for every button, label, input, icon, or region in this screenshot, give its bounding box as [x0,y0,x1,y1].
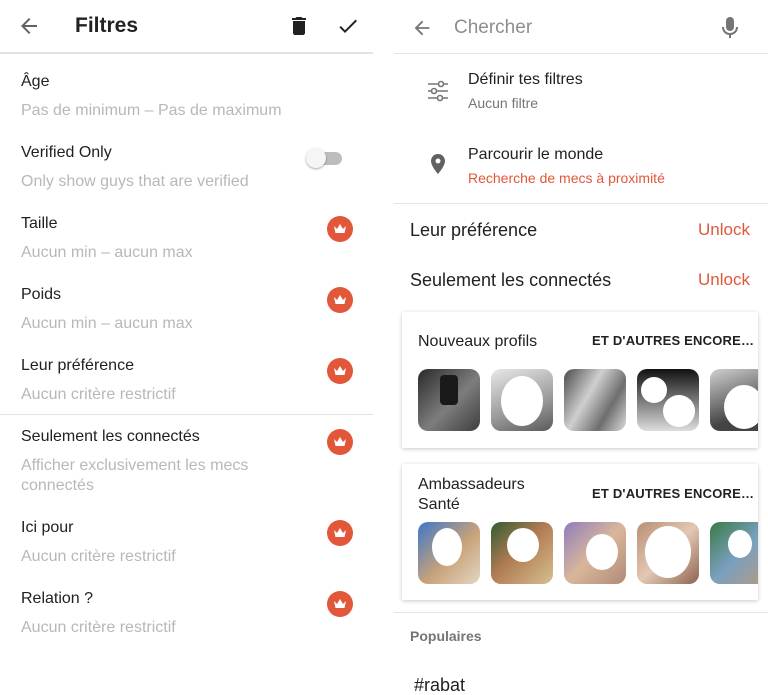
face-blur [586,534,618,570]
filters-screen: Filtres Âge Pas de minimum – Pas de maxi… [0,0,373,695]
profile-thumbnail[interactable] [710,369,758,431]
crown-icon [334,224,346,233]
premium-crown-badge[interactable] [327,287,353,313]
premium-row-label: Seulement les connectés [410,270,612,290]
premium-crown-badge[interactable] [327,358,353,384]
filter-label: Leur préférence [21,357,134,374]
arrow-back-icon[interactable] [17,14,41,38]
section-divider [394,612,768,613]
option-subtitle: Recherche de mecs à proximité [468,170,665,186]
section-divider [0,414,373,415]
crown-icon [334,366,346,375]
filter-value: Aucun critère restrictif [21,619,176,636]
filter-value: Aucun critère restrictif [21,548,176,565]
unlock-button[interactable]: Unlock [698,270,750,290]
profile-thumbnail[interactable] [637,522,699,584]
toggle-knob [306,148,326,168]
filter-label: Taille [21,215,58,232]
unlock-button[interactable]: Unlock [698,220,750,240]
crown-icon [334,599,346,608]
profile-thumbnail[interactable] [491,522,553,584]
option-subtitle: Aucun filtre [468,95,539,111]
page-title: Filtres [75,14,139,37]
verified-only-toggle[interactable] [306,148,342,168]
section-title: Populaires [410,628,482,644]
search-toolbar [394,0,768,54]
face-blur [663,395,695,427]
filter-value: Aucun critère restrictif [21,386,176,403]
profile-thumbnail[interactable] [418,369,480,431]
photo-detail [440,375,458,405]
filter-value: Afficher exclusivement les mecs connecté… [21,457,249,494]
microphone-icon[interactable] [720,16,740,40]
profile-thumbnails [418,369,758,431]
option-title: Parcourir le monde [468,146,604,163]
option-title: Définir tes filtres [468,71,583,88]
search-screen: Définir tes filtres Aucun filtre Parcour… [394,0,768,695]
filter-label: Âge [21,73,50,90]
search-input[interactable] [454,10,704,46]
filter-value: Pas de minimum – Pas de maximum [21,102,282,119]
premium-row-label: Leur préférence [410,220,538,240]
filter-label: Ici pour [21,519,74,536]
face-blur [724,385,758,429]
crown-icon [334,437,346,446]
profile-thumbnail[interactable] [564,522,626,584]
premium-row-online-only: Seulement les connectés Unlock [394,267,768,297]
face-blur [501,376,543,426]
see-more-button[interactable]: ET D'AUTRES ENCORE… [592,486,754,501]
filter-label: Verified Only [21,144,112,161]
card-title: Ambassadeurs Santé [418,476,525,513]
profile-thumbnail[interactable] [564,369,626,431]
premium-crown-badge[interactable] [327,429,353,455]
see-more-button[interactable]: ET D'AUTRES ENCORE… [592,333,754,348]
section-divider [394,203,768,204]
health-ambassadors-card: Ambassadeurs Santé ET D'AUTRES ENCORE… [402,464,758,600]
popular-tag[interactable]: #rabat [414,675,465,695]
face-blur [728,530,752,558]
premium-crown-badge[interactable] [327,520,353,546]
filter-label: Poids [21,286,62,303]
sliders-icon [428,80,448,102]
arrow-back-icon[interactable] [411,17,433,39]
crown-icon [334,295,346,304]
face-blur [507,528,539,562]
premium-crown-badge[interactable] [327,591,353,617]
filter-value: Only show guys that are verified [21,173,249,190]
face-blur [645,526,691,578]
filter-value: Aucun min – aucun max [21,315,193,332]
filters-toolbar: Filtres [0,0,373,54]
crown-icon [334,528,346,537]
trash-icon[interactable] [287,14,311,38]
profile-thumbnails [418,522,758,584]
filter-value: Aucun min – aucun max [21,244,193,261]
profile-thumbnail[interactable] [418,522,480,584]
face-blur [641,377,667,403]
profile-thumbnail[interactable] [710,522,758,584]
card-title: Nouveaux profils [418,333,538,350]
new-profiles-card: Nouveaux profils ET D'AUTRES ENCORE… [402,312,758,448]
filter-label: Seulement les connectés [21,428,200,445]
profile-thumbnail[interactable] [637,369,699,431]
location-pin-icon [431,154,445,174]
check-icon[interactable] [336,14,360,38]
premium-crown-badge[interactable] [327,216,353,242]
face-blur [432,528,462,566]
filter-label: Relation ? [21,590,94,607]
profile-thumbnail[interactable] [491,369,553,431]
premium-row-preference: Leur préférence Unlock [394,217,768,247]
